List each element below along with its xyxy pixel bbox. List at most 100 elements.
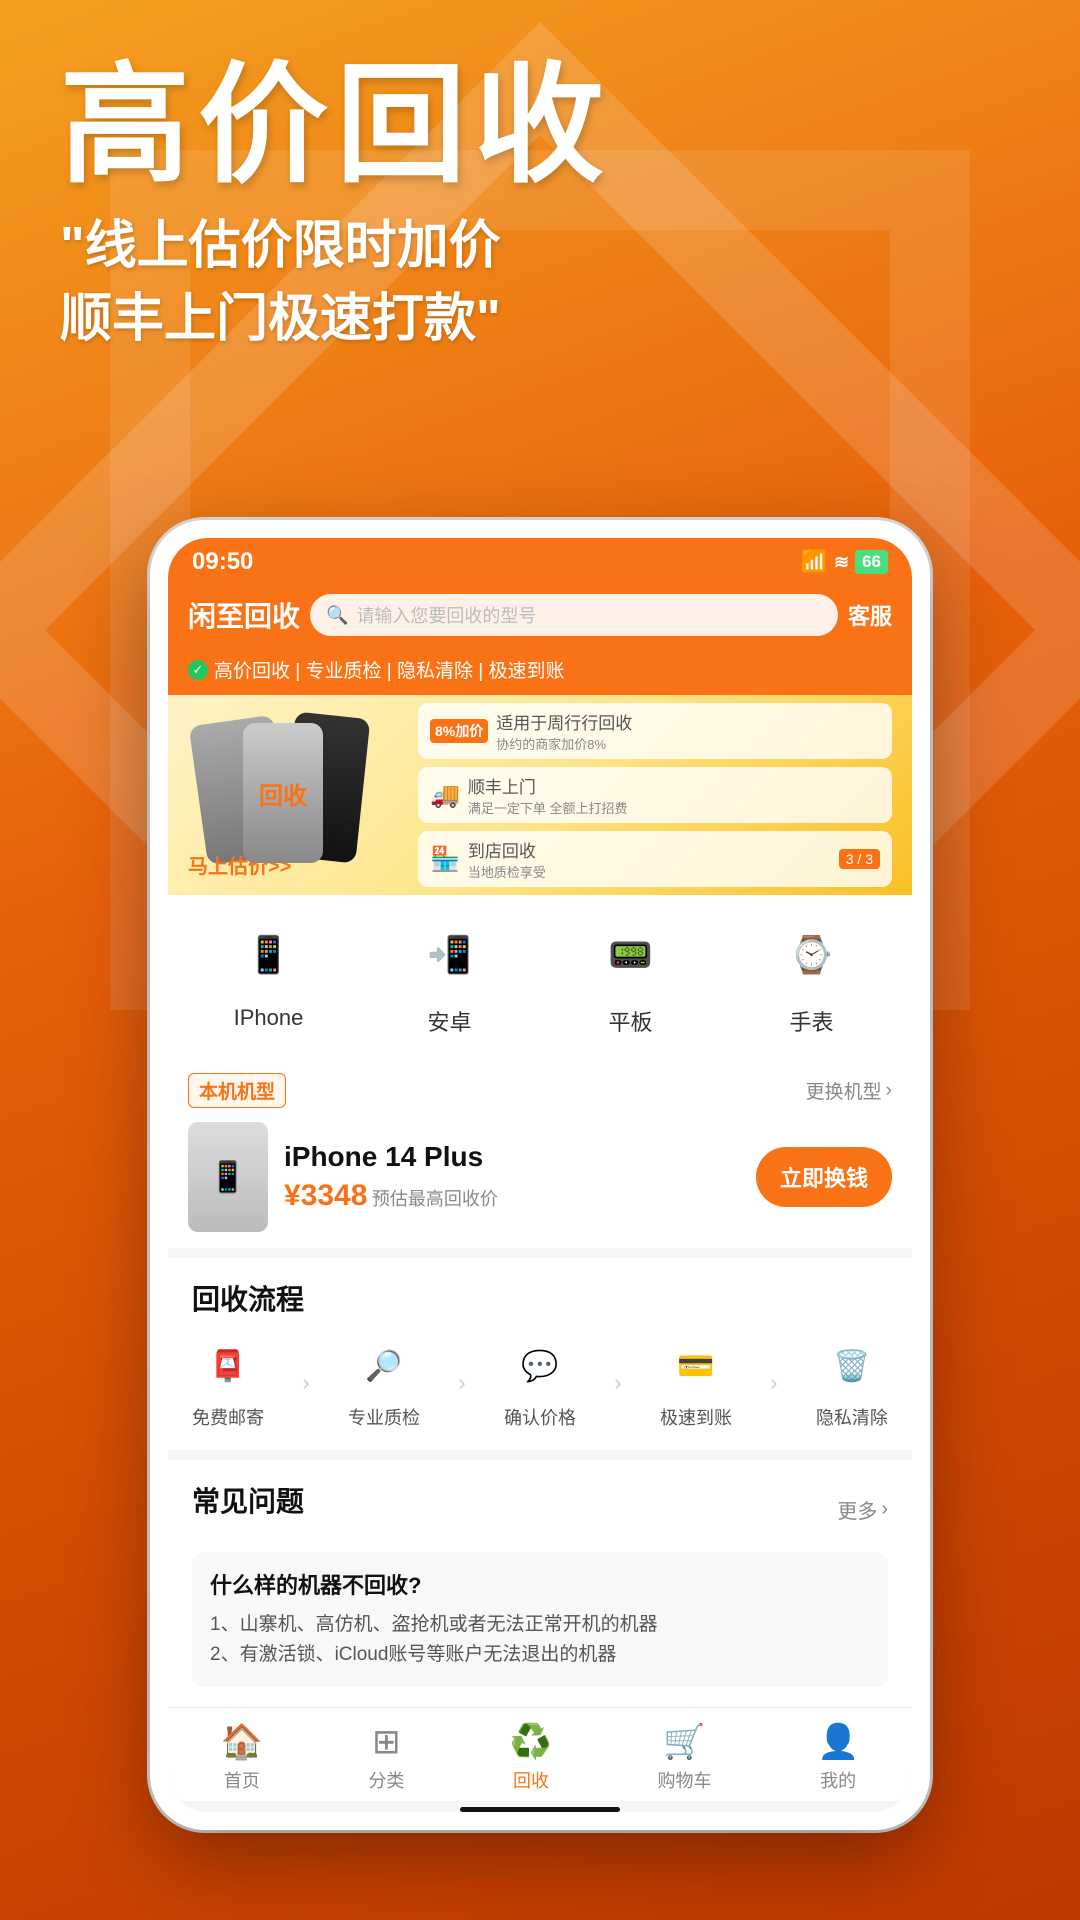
hero-title: 高价回收	[60, 60, 1020, 190]
home-icon: 🏠	[221, 1722, 263, 1762]
faq-section: 常见问题 更多 › 什么样的机器不回收? 1、山寨机、高仿机、盗抢机或者无法正常…	[168, 1460, 912, 1707]
service-button[interactable]: 客服	[848, 599, 892, 631]
process-step-1: 📮 免费邮寄	[192, 1336, 264, 1430]
arrow-icon-3: ›	[614, 1370, 621, 1396]
chevron-right-icon: ›	[881, 1498, 888, 1521]
status-bar: 09:50 📶 ≋ 66	[168, 538, 912, 584]
faq-title: 常见问题	[192, 1480, 304, 1520]
device-price-subtitle: 预估最高回收价	[372, 1189, 498, 1209]
category-tablet-label: 平板	[608, 1005, 652, 1037]
confirm-icon: 💬	[510, 1336, 570, 1396]
phone-mockup: 09:50 📶 ≋ 66 闲至回收 🔍 请输入您要回收的型号 客服 ✓	[150, 520, 930, 1830]
device-name: iPhone 14 Plus	[284, 1141, 740, 1173]
bottom-nav: 🏠 首页 ⊞ 分类 ♻️ 回收 🛒 购物车 👤 我的	[168, 1707, 912, 1801]
category-android-label: 安卓	[427, 1005, 471, 1037]
process-step-5: 🗑️ 隐私清除	[816, 1336, 888, 1430]
payment-icon: 💳	[666, 1336, 726, 1396]
faq-more-button[interactable]: 更多 ›	[837, 1495, 888, 1524]
nav-cart-label: 购物车	[658, 1767, 712, 1793]
trade-in-button[interactable]: 立即换钱	[756, 1147, 892, 1207]
device-info: 📱 iPhone 14 Plus ¥3348 预估最高回收价 立即换钱	[188, 1122, 892, 1232]
process-title: 回收流程	[192, 1278, 888, 1318]
trust-check-icon: ✓	[188, 660, 208, 680]
nav-profile-label: 我的	[820, 1767, 856, 1793]
category-watch-label: 手表	[789, 1005, 833, 1037]
status-time: 09:50	[192, 548, 253, 576]
banner-item-1: 8%加价 适用于周行行回收 协约的商家加价8%	[418, 703, 892, 759]
banner-page-indicator: 3 / 3	[839, 849, 880, 869]
process-label-1: 免费邮寄	[192, 1404, 264, 1430]
category-iphone-label: IPhone	[234, 1005, 304, 1031]
nav-bar: 闲至回收 🔍 请输入您要回收的型号 客服	[168, 584, 912, 650]
banner-item2-text: 顺丰上门	[468, 773, 628, 798]
device-card: 本机机型 更换机型 › 📱 iPhone 14 Plus ¥3348 预估最高回…	[168, 1057, 912, 1248]
phone-inner: 09:50 📶 ≋ 66 闲至回收 🔍 请输入您要回收的型号 客服 ✓	[168, 538, 912, 1812]
process-label-5: 隐私清除	[816, 1404, 888, 1430]
category-icon: ⊞	[372, 1722, 401, 1762]
device-card-header: 本机机型 更换机型 ›	[188, 1073, 892, 1108]
category-tablet[interactable]: 📟 平板	[591, 915, 671, 1037]
trust-bar: ✓ 高价回收 | 专业质检 | 隐私清除 | 极速到账	[168, 650, 912, 695]
arrow-icon-2: ›	[458, 1370, 465, 1396]
process-step-3: 💬 确认价格	[504, 1336, 576, 1430]
banner-item-2: 🚚 顺丰上门 满足一定下单 全额上打招费	[418, 767, 892, 823]
search-icon: 🔍	[326, 605, 348, 626]
banner-features: 8%加价 适用于周行行回收 协约的商家加价8% 🚚 顺丰上门 满足一定下单 全额…	[408, 703, 892, 887]
android-icon: 📲	[410, 915, 490, 995]
privacy-icon: 🗑️	[822, 1336, 882, 1396]
device-price: ¥3348	[284, 1179, 367, 1212]
promo-banner[interactable]: 回收 8%加价 适用于周行行回收 协约的商家加价8% 🚚 顺丰上	[168, 695, 912, 895]
nav-recycle[interactable]: ♻️ 回收	[510, 1722, 552, 1793]
device-details: iPhone 14 Plus ¥3348 预估最高回收价	[284, 1141, 740, 1213]
process-steps: 📮 免费邮寄 › 🔎 专业质检 › 💬 确认价格 › 💳	[192, 1336, 888, 1430]
nav-recycle-label: 回收	[513, 1767, 549, 1793]
phone-image-3: 回收	[243, 723, 323, 863]
faq-item-1[interactable]: 什么样的机器不回收? 1、山寨机、高仿机、盗抢机或者无法正常开机的机器 2、有激…	[192, 1552, 888, 1687]
arrow-icon-4: ›	[770, 1370, 777, 1396]
banner-item-3: 🏪 到店回收 当地质检享受 3 / 3	[418, 831, 892, 887]
nav-category-label: 分类	[368, 1767, 404, 1793]
trust-text: 高价回收 | 专业质检 | 隐私清除 | 极速到账	[214, 656, 564, 683]
process-label-3: 确认价格	[504, 1404, 576, 1430]
process-section: 回收流程 📮 免费邮寄 › 🔎 专业质检 › 💬 确认价格	[168, 1258, 912, 1450]
phone-frame: 09:50 📶 ≋ 66 闲至回收 🔍 请输入您要回收的型号 客服 ✓	[150, 520, 930, 1830]
nav-profile[interactable]: 👤 我的	[817, 1722, 859, 1793]
process-label-2: 专业质检	[348, 1404, 420, 1430]
hero-subtitle: "线上估价限时加价 顺丰上门极速打款"	[60, 210, 1020, 356]
faq-header: 常见问题 更多 ›	[192, 1480, 888, 1538]
badge-percent: 8%加价	[430, 719, 488, 743]
nav-category[interactable]: ⊞ 分类	[368, 1722, 404, 1793]
device-change-button[interactable]: 更换机型 ›	[806, 1077, 892, 1104]
cart-icon: 🛒	[663, 1722, 705, 1762]
category-android[interactable]: 📲 安卓	[410, 915, 490, 1037]
process-step-2: 🔎 专业质检	[348, 1336, 420, 1430]
nav-cart[interactable]: 🛒 购物车	[658, 1722, 712, 1793]
chevron-right-icon: ›	[886, 1080, 892, 1102]
category-iphone[interactable]: 📱 IPhone	[229, 915, 309, 1037]
iphone-icon: 📱	[229, 915, 309, 995]
delivery-icon: 🚚	[430, 781, 460, 810]
process-label-4: 极速到账	[660, 1404, 732, 1430]
recycle-icon: ♻️	[510, 1722, 552, 1762]
banner-item3-text: 到店回收	[468, 837, 546, 862]
nav-home[interactable]: 🏠 首页	[221, 1722, 263, 1793]
watch-icon: ⌚	[772, 915, 852, 995]
nav-home-label: 首页	[224, 1767, 260, 1793]
inspect-icon: 🔎	[354, 1336, 414, 1396]
arrow-icon-1: ›	[302, 1370, 309, 1396]
device-thumbnail: 📱	[188, 1122, 268, 1232]
status-icons: 📶 ≋ 66	[801, 549, 888, 575]
home-indicator	[460, 1807, 620, 1812]
device-price-row: ¥3348 预估最高回收价	[284, 1179, 740, 1213]
category-watch[interactable]: ⌚ 手表	[772, 915, 852, 1037]
profile-icon: 👤	[817, 1722, 859, 1762]
search-bar[interactable]: 🔍 请输入您要回收的型号	[310, 594, 838, 636]
battery-icon: 66	[855, 550, 888, 574]
app-logo: 闲至回收	[188, 595, 300, 635]
device-tag: 本机机型	[188, 1073, 286, 1108]
hero-section: 高价回收 "线上估价限时加价 顺丰上门极速打款"	[60, 60, 1020, 356]
process-step-4: 💳 极速到账	[660, 1336, 732, 1430]
search-placeholder: 请输入您要回收的型号	[356, 602, 536, 628]
faq-answer-1: 1、山寨机、高仿机、盗抢机或者无法正常开机的机器 2、有激活锁、iCloud账号…	[210, 1610, 870, 1671]
store-icon: 🏪	[430, 845, 460, 874]
